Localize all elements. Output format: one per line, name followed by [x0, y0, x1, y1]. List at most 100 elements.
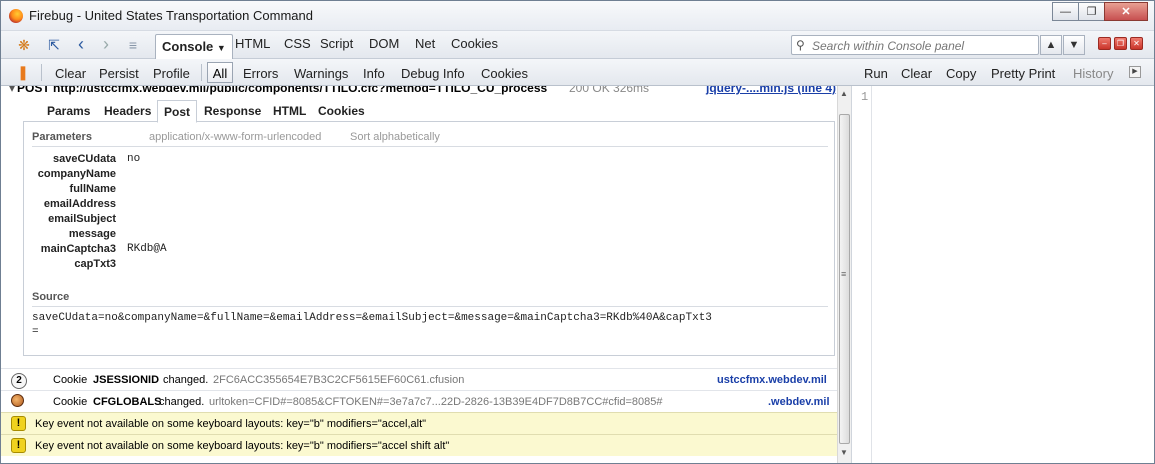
tab-console-label: Console [162, 39, 214, 54]
parameters-heading: Parameters [32, 131, 92, 143]
command-editor[interactable]: 1 [851, 86, 1154, 463]
filter-warnings-button[interactable]: Warnings [294, 66, 348, 81]
chevron-down-icon: ▼ [216, 43, 226, 53]
search-icon: ⚲ [796, 38, 805, 52]
request-line[interactable]: ▾ POST http://ustccfmx.webdev.mil/public… [9, 86, 837, 95]
window-controls: — ❐ ✕ [1052, 2, 1148, 21]
repeat-count-badge: 2 [11, 373, 27, 389]
sort-alphabetically-link[interactable]: Sort alphabetically [350, 131, 440, 143]
cookie-name: JSESSIONID [93, 374, 160, 386]
tab-response[interactable]: Response [204, 104, 261, 118]
run-button[interactable]: Run [864, 66, 888, 81]
tab-css[interactable]: CSS [284, 36, 311, 51]
chevron-right-icon[interactable]: ▶ [1129, 66, 1141, 78]
cookie-value: 2FC6ACC355654E7B3C2CF5615EF60C61.cfusion [213, 374, 465, 386]
tab-console[interactable]: Console ▼ [155, 34, 233, 59]
close-firebug-button[interactable]: ✕ [1130, 37, 1143, 50]
tab-params[interactable]: Params [47, 104, 90, 118]
detach-firebug-button[interactable]: ❐ [1114, 37, 1127, 50]
firefox-icon [9, 9, 23, 23]
cookie-icon [11, 394, 24, 407]
warning-text: Key event not available on some keyboard… [35, 418, 427, 430]
title-bar: Firebug - United States Transportation C… [1, 1, 1154, 31]
scroll-up-icon[interactable]: ▲ [840, 89, 848, 98]
cookie-name: CFGLOBALS [93, 396, 162, 408]
pretty-print-button[interactable]: Pretty Print [991, 66, 1055, 81]
divider [32, 306, 828, 307]
editor-clear-button[interactable]: Clear [901, 66, 932, 81]
filter-debug-info-button[interactable]: Debug Info [401, 66, 465, 81]
param-value: no [127, 153, 141, 165]
tab-dom[interactable]: DOM [369, 36, 399, 51]
param-name: fullName [69, 183, 116, 195]
filter-errors-button[interactable]: Errors [243, 66, 278, 81]
back-arrow-icon[interactable]: ‹ [73, 34, 89, 54]
chevron-down-icon: ▼ [1068, 39, 1080, 51]
filter-info-button[interactable]: Info [363, 66, 385, 81]
search-placeholder: Search within Console panel [812, 39, 965, 53]
param-name: emailSubject [48, 213, 116, 225]
filter-all-button[interactable]: All [207, 62, 233, 83]
restore-button[interactable]: ❐ [1078, 2, 1105, 21]
panel-tab-toolbar: ❋ ⇱ ‹ › ≡ Console ▼ HTML CSS Script DOM … [1, 31, 1154, 59]
tab-html[interactable]: HTML [235, 36, 270, 51]
warning-icon: ! [11, 438, 26, 453]
log-row-cookie: 2 Cookie JSESSIONID changed. 2FC6ACC3556… [1, 368, 837, 390]
cookie-domain-link[interactable]: .webdev.mil [768, 396, 830, 408]
tab-net[interactable]: Net [415, 36, 435, 51]
collapse-icon[interactable]: ▾ [9, 86, 15, 95]
search-input[interactable]: ⚲ Search within Console panel [791, 35, 1039, 55]
history-button[interactable]: History [1073, 66, 1113, 81]
source-heading: Source [32, 291, 70, 303]
request-status: 200 OK 326ms [569, 86, 650, 95]
close-button[interactable]: ✕ [1104, 2, 1148, 21]
warning-text: Key event not available on some keyboard… [35, 440, 450, 452]
source-text-continued: = [32, 326, 39, 338]
separator [41, 64, 42, 81]
filter-cookies-button[interactable]: Cookies [481, 66, 528, 81]
param-name: emailAddress [43, 198, 116, 210]
encoding-label: application/x-www-form-urlencoded [149, 131, 322, 143]
param-name: saveCUdata [53, 153, 116, 165]
cookie-action: changed. [159, 396, 205, 408]
log-row-cookie: Cookie CFGLOBALS changed. urltoken=CFID#… [1, 390, 837, 412]
warning-icon: ! [11, 416, 26, 431]
divider [32, 146, 828, 147]
request-source-link[interactable]: jquery-....min.js (line 4) [706, 86, 836, 95]
cookie-value: urltoken=CFID#=8085&CFTOKEN#=3e7a7c7...2… [209, 396, 663, 408]
param-name: message [68, 228, 116, 240]
firebug-bug-icon[interactable]: ❋ [15, 37, 33, 53]
minimize-firebug-button[interactable]: – [1098, 37, 1111, 50]
minimize-button[interactable]: — [1052, 2, 1079, 21]
clear-button[interactable]: Clear [55, 66, 86, 81]
inspect-element-icon[interactable]: ⇱ [45, 36, 63, 54]
forward-arrow-icon[interactable]: › [98, 34, 114, 54]
tab-html-sub[interactable]: HTML [273, 104, 306, 118]
param-name: mainCaptcha3 [40, 243, 116, 255]
copy-button[interactable]: Copy [946, 66, 976, 81]
tab-post[interactable]: Post [157, 100, 198, 123]
window-title: Firebug - United States Transportation C… [29, 8, 313, 23]
search-next-button[interactable]: ▼ [1063, 35, 1085, 55]
log-row-warning: ! Key event not available on some keyboa… [1, 434, 837, 456]
tab-script[interactable]: Script [320, 36, 353, 51]
log-row-warning: ! Key event not available on some keyboa… [1, 412, 837, 434]
grip-icon: ≡ [841, 269, 847, 279]
tab-cookies-sub[interactable]: Cookies [318, 104, 365, 118]
command-line-icon[interactable]: ≡ [123, 36, 143, 54]
search-prev-button[interactable]: ▲ [1040, 35, 1062, 55]
scroll-down-icon[interactable]: ▼ [840, 448, 848, 457]
profile-button[interactable]: Profile [153, 66, 190, 81]
tab-headers[interactable]: Headers [104, 104, 151, 118]
break-on-errors-icon[interactable]: ❚ [15, 64, 31, 80]
request-url: POST http://ustccfmx.webdev.mil/public/c… [17, 86, 548, 95]
tab-cookies[interactable]: Cookies [451, 36, 498, 51]
console-scrollbar[interactable]: ▲ ≡ ▼ [837, 86, 851, 463]
persist-button[interactable]: Persist [99, 66, 139, 81]
cookie-domain-link[interactable]: ustccfmx.webdev.mil [717, 374, 827, 386]
separator [201, 64, 202, 81]
scrollbar-thumb[interactable] [839, 114, 850, 444]
param-value: RKdb@A [127, 243, 167, 255]
param-name: companyName [37, 168, 116, 180]
source-text: saveCUdata=no&companyName=&fullName=&ema… [32, 312, 712, 324]
